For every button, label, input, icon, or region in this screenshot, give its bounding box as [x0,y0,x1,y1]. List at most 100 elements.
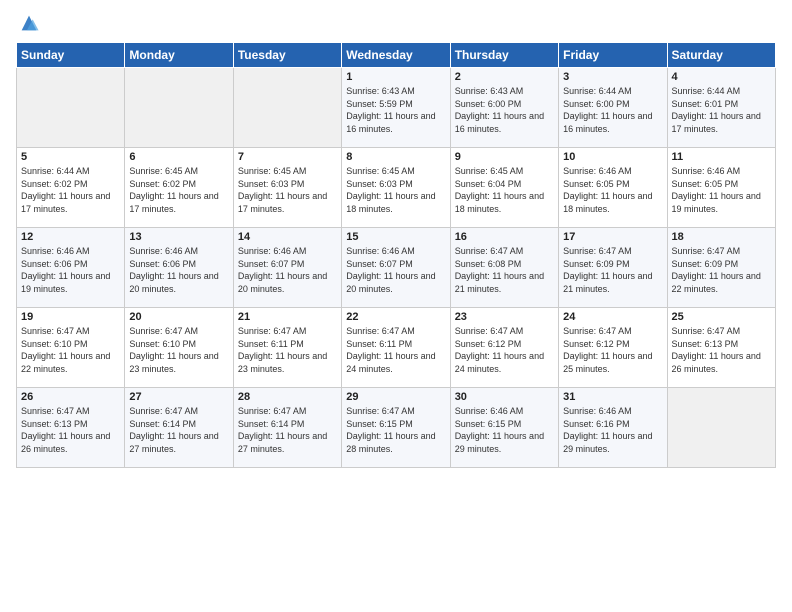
day-info: Sunrise: 6:46 AMSunset: 6:07 PMDaylight:… [346,245,445,295]
day-info: Sunrise: 6:47 AMSunset: 6:08 PMDaylight:… [455,245,554,295]
day-info: Sunrise: 6:45 AMSunset: 6:02 PMDaylight:… [129,165,228,215]
day-number: 5 [21,151,120,163]
day-info: Sunrise: 6:47 AMSunset: 6:13 PMDaylight:… [21,405,120,455]
day-cell: 12 Sunrise: 6:46 AMSunset: 6:06 PMDayligh… [17,228,125,308]
day-cell: 2 Sunrise: 6:43 AMSunset: 6:00 PMDaylight… [450,68,558,148]
day-info: Sunrise: 6:47 AMSunset: 6:13 PMDaylight:… [672,325,771,375]
day-info: Sunrise: 6:47 AMSunset: 6:09 PMDaylight:… [563,245,662,295]
day-number: 6 [129,151,228,163]
day-info: Sunrise: 6:47 AMSunset: 6:12 PMDaylight:… [563,325,662,375]
day-cell [125,68,233,148]
day-info: Sunrise: 6:47 AMSunset: 6:15 PMDaylight:… [346,405,445,455]
day-number: 25 [672,311,771,323]
day-cell: 9 Sunrise: 6:45 AMSunset: 6:04 PMDaylight… [450,148,558,228]
day-number: 12 [21,231,120,243]
day-number: 30 [455,391,554,403]
day-cell: 4 Sunrise: 6:44 AMSunset: 6:01 PMDaylight… [667,68,775,148]
day-number: 3 [563,71,662,83]
day-cell: 23 Sunrise: 6:47 AMSunset: 6:12 PMDayligh… [450,308,558,388]
week-row-5: 26 Sunrise: 6:47 AMSunset: 6:13 PMDayligh… [17,388,776,468]
week-row-1: 1 Sunrise: 6:43 AMSunset: 5:59 PMDaylight… [17,68,776,148]
day-number: 22 [346,311,445,323]
weekday-header-row: SundayMondayTuesdayWednesdayThursdayFrid… [17,43,776,68]
day-info: Sunrise: 6:46 AMSunset: 6:16 PMDaylight:… [563,405,662,455]
day-number: 23 [455,311,554,323]
weekday-header-tuesday: Tuesday [233,43,341,68]
day-info: Sunrise: 6:46 AMSunset: 6:06 PMDaylight:… [21,245,120,295]
day-number: 17 [563,231,662,243]
day-cell: 16 Sunrise: 6:47 AMSunset: 6:08 PMDayligh… [450,228,558,308]
day-info: Sunrise: 6:46 AMSunset: 6:05 PMDaylight:… [672,165,771,215]
page: SundayMondayTuesdayWednesdayThursdayFrid… [0,0,792,612]
day-number: 19 [21,311,120,323]
day-info: Sunrise: 6:46 AMSunset: 6:15 PMDaylight:… [455,405,554,455]
weekday-header-friday: Friday [559,43,667,68]
day-cell: 11 Sunrise: 6:46 AMSunset: 6:05 PMDayligh… [667,148,775,228]
day-number: 7 [238,151,337,163]
weekday-header-monday: Monday [125,43,233,68]
weekday-header-thursday: Thursday [450,43,558,68]
day-cell [667,388,775,468]
week-row-2: 5 Sunrise: 6:44 AMSunset: 6:02 PMDaylight… [17,148,776,228]
day-number: 20 [129,311,228,323]
day-cell: 18 Sunrise: 6:47 AMSunset: 6:09 PMDayligh… [667,228,775,308]
day-cell: 1 Sunrise: 6:43 AMSunset: 5:59 PMDaylight… [342,68,450,148]
week-row-4: 19 Sunrise: 6:47 AMSunset: 6:10 PMDayligh… [17,308,776,388]
day-number: 4 [672,71,771,83]
day-cell: 27 Sunrise: 6:47 AMSunset: 6:14 PMDayligh… [125,388,233,468]
day-cell: 31Sunrise: 6:46 AMSunset: 6:16 PMDayligh… [559,388,667,468]
day-cell: 5 Sunrise: 6:44 AMSunset: 6:02 PMDaylight… [17,148,125,228]
day-info: Sunrise: 6:47 AMSunset: 6:10 PMDaylight:… [21,325,120,375]
day-info: Sunrise: 6:43 AMSunset: 5:59 PMDaylight:… [346,85,445,135]
day-cell: 28 Sunrise: 6:47 AMSunset: 6:14 PMDayligh… [233,388,341,468]
day-number: 28 [238,391,337,403]
day-info: Sunrise: 6:47 AMSunset: 6:14 PMDaylight:… [238,405,337,455]
day-info: Sunrise: 6:46 AMSunset: 6:06 PMDaylight:… [129,245,228,295]
day-number: 16 [455,231,554,243]
day-info: Sunrise: 6:44 AMSunset: 6:02 PMDaylight:… [21,165,120,215]
day-info: Sunrise: 6:44 AMSunset: 6:00 PMDaylight:… [563,85,662,135]
day-number: 8 [346,151,445,163]
week-row-3: 12 Sunrise: 6:46 AMSunset: 6:06 PMDayligh… [17,228,776,308]
day-number: 24 [563,311,662,323]
day-number: 27 [129,391,228,403]
day-cell: 8Sunrise: 6:45 AMSunset: 6:03 PMDaylight… [342,148,450,228]
day-number: 2 [455,71,554,83]
weekday-header-wednesday: Wednesday [342,43,450,68]
day-info: Sunrise: 6:47 AMSunset: 6:09 PMDaylight:… [672,245,771,295]
day-number: 26 [21,391,120,403]
day-cell: 30 Sunrise: 6:46 AMSunset: 6:15 PMDayligh… [450,388,558,468]
day-cell: 26 Sunrise: 6:47 AMSunset: 6:13 PMDayligh… [17,388,125,468]
day-number: 15 [346,231,445,243]
day-number: 1 [346,71,445,83]
day-cell: 24 Sunrise: 6:47 AMSunset: 6:12 PMDayligh… [559,308,667,388]
logo [16,12,40,34]
day-cell [233,68,341,148]
day-number: 9 [455,151,554,163]
day-number: 29 [346,391,445,403]
day-cell: 21Sunrise: 6:47 AMSunset: 6:11 PMDayligh… [233,308,341,388]
day-number: 13 [129,231,228,243]
day-cell [17,68,125,148]
day-info: Sunrise: 6:47 AMSunset: 6:11 PMDaylight:… [238,325,337,375]
day-cell: 19 Sunrise: 6:47 AMSunset: 6:10 PMDayligh… [17,308,125,388]
day-info: Sunrise: 6:45 AMSunset: 6:04 PMDaylight:… [455,165,554,215]
day-number: 18 [672,231,771,243]
day-cell: 13 Sunrise: 6:46 AMSunset: 6:06 PMDayligh… [125,228,233,308]
day-info: Sunrise: 6:45 AMSunset: 6:03 PMDaylight:… [238,165,337,215]
weekday-header-saturday: Saturday [667,43,775,68]
day-cell: 25 Sunrise: 6:47 AMSunset: 6:13 PMDayligh… [667,308,775,388]
day-info: Sunrise: 6:43 AMSunset: 6:00 PMDaylight:… [455,85,554,135]
day-cell: 10Sunrise: 6:46 AMSunset: 6:05 PMDayligh… [559,148,667,228]
day-cell: 17 Sunrise: 6:47 AMSunset: 6:09 PMDayligh… [559,228,667,308]
day-cell: 14Sunrise: 6:46 AMSunset: 6:07 PMDayligh… [233,228,341,308]
header [16,12,776,34]
day-info: Sunrise: 6:47 AMSunset: 6:11 PMDaylight:… [346,325,445,375]
day-info: Sunrise: 6:44 AMSunset: 6:01 PMDaylight:… [672,85,771,135]
day-cell: 15 Sunrise: 6:46 AMSunset: 6:07 PMDayligh… [342,228,450,308]
day-number: 11 [672,151,771,163]
day-info: Sunrise: 6:47 AMSunset: 6:14 PMDaylight:… [129,405,228,455]
day-info: Sunrise: 6:47 AMSunset: 6:12 PMDaylight:… [455,325,554,375]
day-number: 10 [563,151,662,163]
day-cell: 6 Sunrise: 6:45 AMSunset: 6:02 PMDaylight… [125,148,233,228]
